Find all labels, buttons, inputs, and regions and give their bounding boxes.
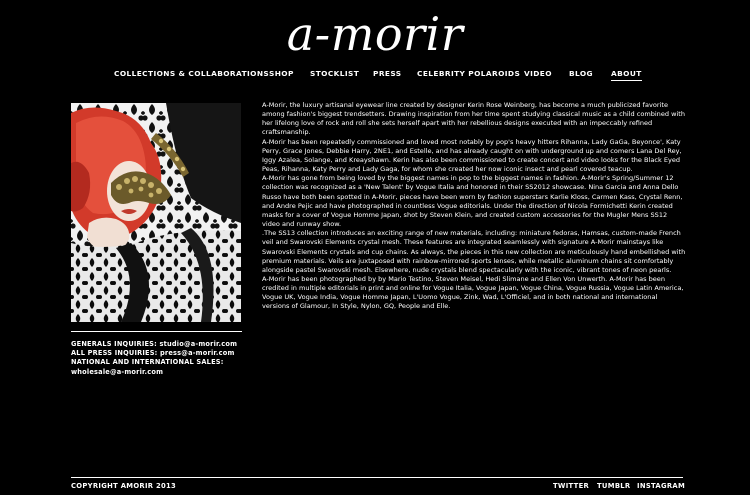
about-paragraph-3: A-Morir has gone from being loved by the… xyxy=(262,174,683,229)
site-logo[interactable]: a-morir xyxy=(0,8,750,60)
main-nav: COLLECTIONS & COLLABORATIONS SHOP STOCKL… xyxy=(0,69,750,81)
nav-press[interactable]: PRESS xyxy=(373,69,401,78)
press-inquiries[interactable]: ALL PRESS INQUIRIES: press@a-morir.com xyxy=(71,349,261,358)
about-paragraph-2: A-Morir has been repeatedly commissioned… xyxy=(262,137,682,174)
wholesale-email[interactable]: wholesale@a-morir.com xyxy=(71,368,261,377)
designer-photo-art xyxy=(71,103,241,322)
instagram-link[interactable]: INSTAGRAM xyxy=(637,482,685,490)
about-paragraph-5: A-Morir has been photographed by by Mari… xyxy=(262,274,684,311)
tumblr-link[interactable]: TUMBLR xyxy=(597,482,630,490)
footer-divider xyxy=(71,477,683,478)
sidebar-divider xyxy=(71,331,242,332)
contact-info: GENERALS INQUIRIES: studio@a-morir.com A… xyxy=(71,340,261,377)
twitter-link[interactable]: TWITTER xyxy=(553,482,589,490)
nav-stocklist[interactable]: STOCKLIST xyxy=(310,69,359,78)
nav-celebrity-polaroids[interactable]: CELEBRITY POLAROIDS xyxy=(417,69,520,78)
nav-shop[interactable]: SHOP xyxy=(269,69,294,78)
about-paragraph-1: A-Morir, the luxury artisanal eyewear li… xyxy=(262,101,685,137)
nav-collections[interactable]: COLLECTIONS & COLLABORATIONS xyxy=(114,69,269,78)
nav-video[interactable]: VIDEO xyxy=(524,69,552,78)
about-paragraph-4: .The SS13 collection introduces an excit… xyxy=(262,229,686,274)
about-text: A-Morir, the luxury artisanal eyewear li… xyxy=(262,101,686,312)
nav-about[interactable]: ABOUT xyxy=(611,69,642,81)
designer-photo xyxy=(71,103,241,322)
nav-blog[interactable]: BLOG xyxy=(569,69,593,78)
general-inquiries[interactable]: GENERALS INQUIRIES: studio@a-morir.com xyxy=(71,340,261,349)
copyright: COPYRIGHT AMORIR 2013 xyxy=(71,482,177,490)
sales-heading: NATIONAL AND INTERNATIONAL SALES: xyxy=(71,358,224,367)
